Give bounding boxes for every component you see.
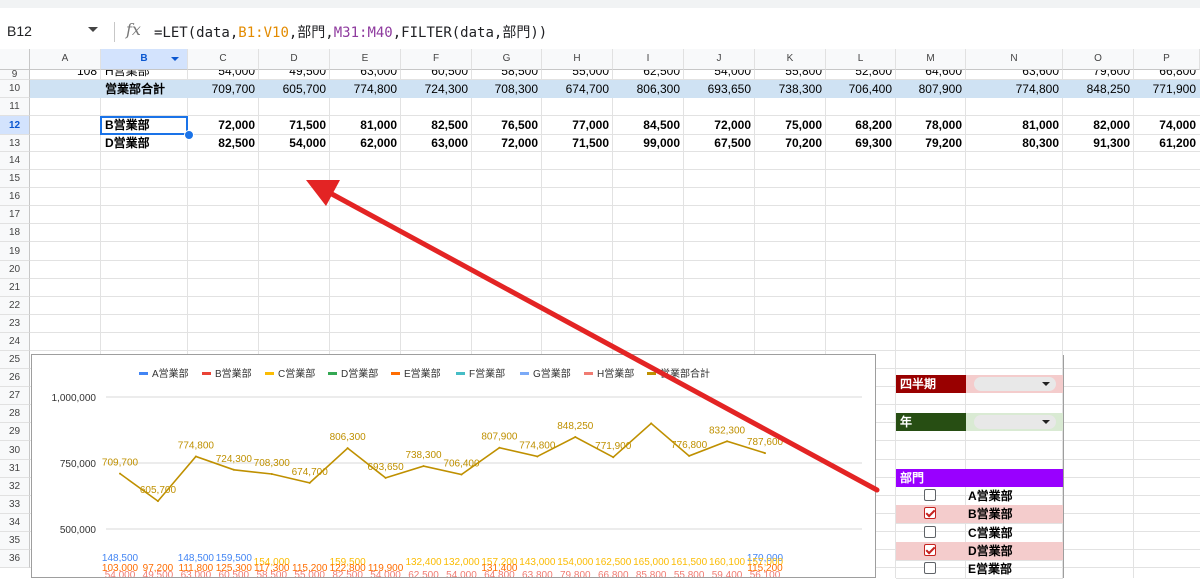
annotation-arrow-shaft (327, 190, 880, 493)
annotation-arrow-layer (306, 180, 880, 493)
